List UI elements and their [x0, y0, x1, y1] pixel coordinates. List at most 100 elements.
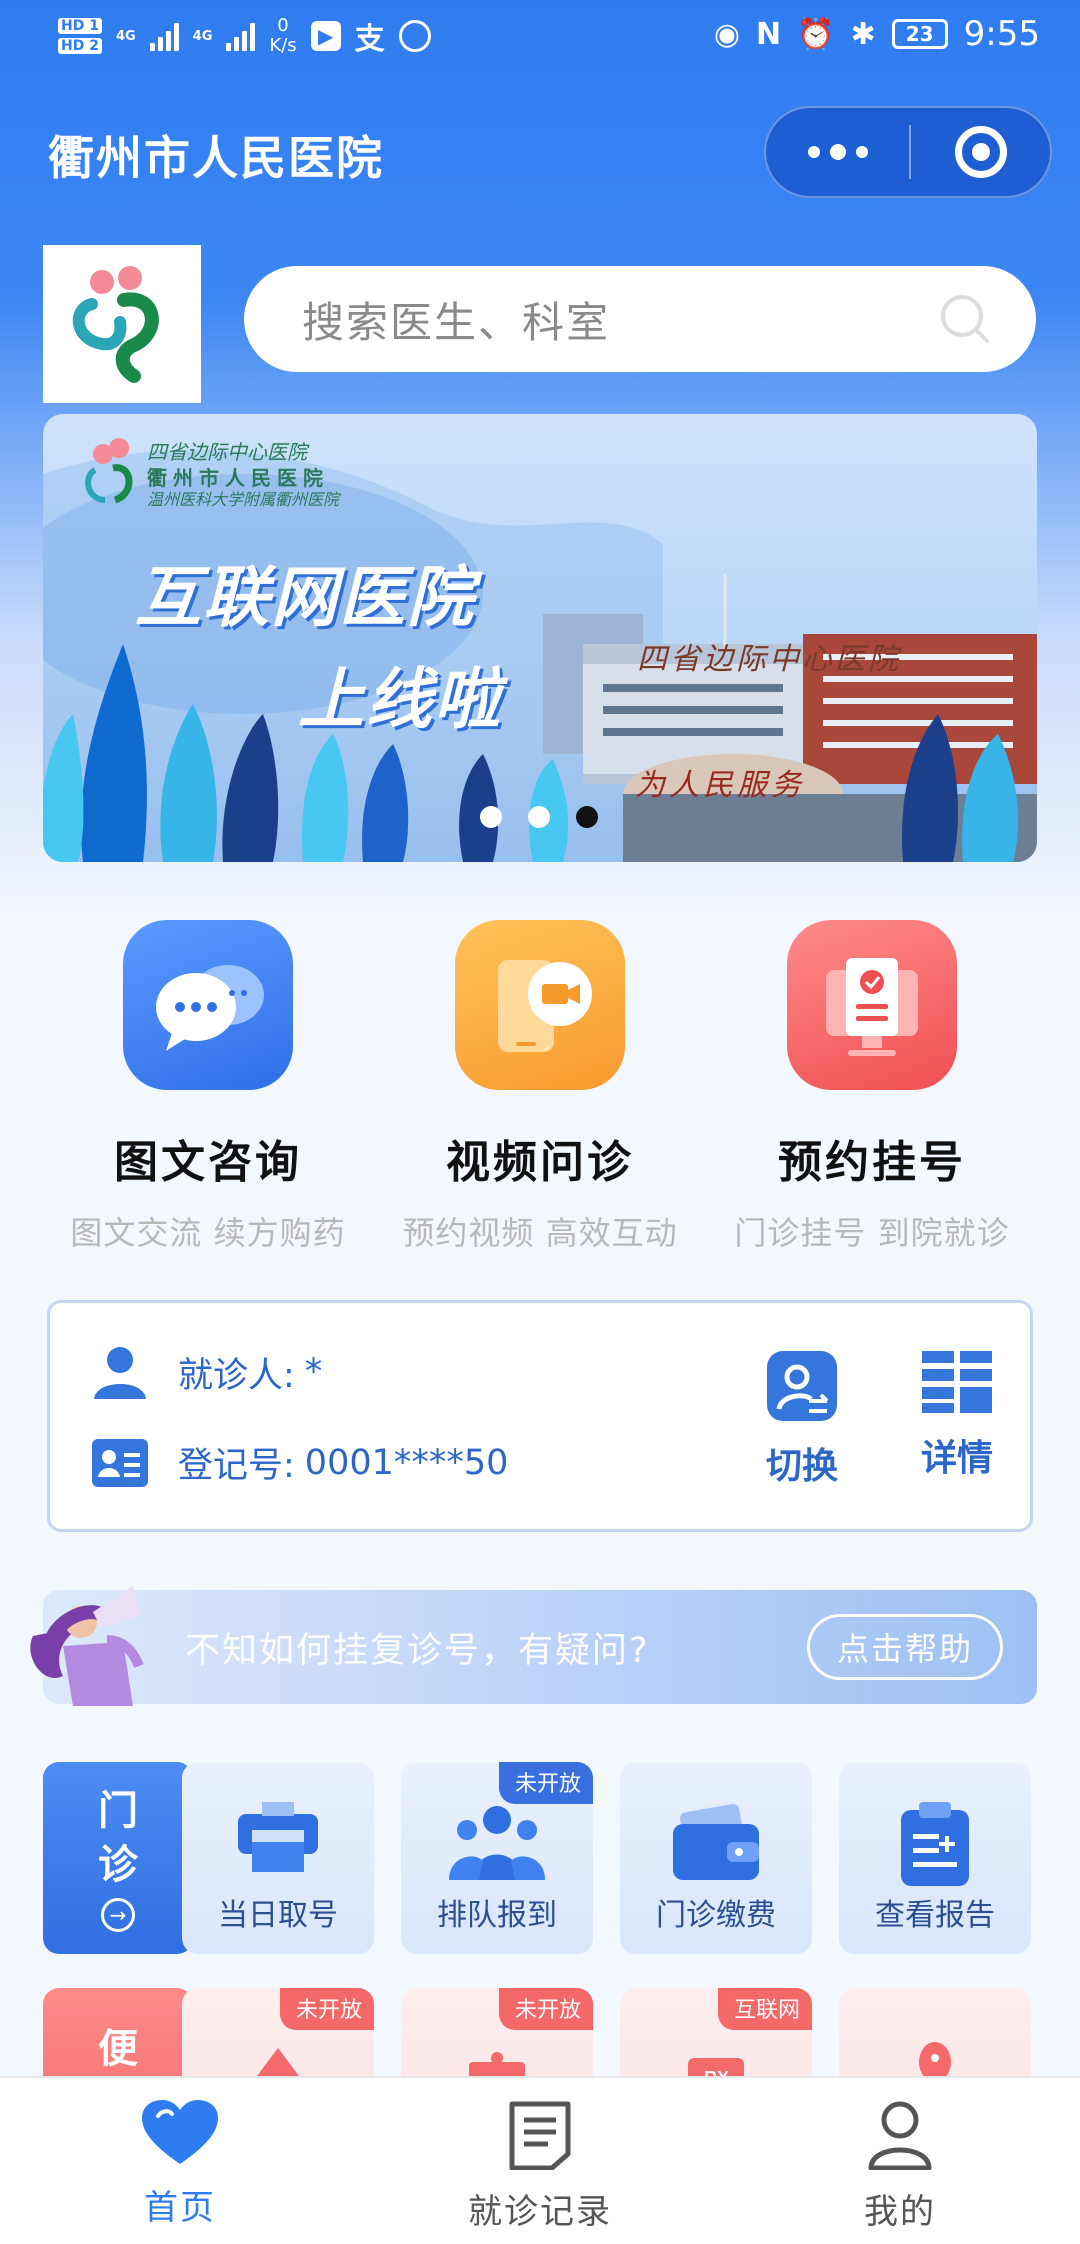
hd2-label: HD 2: [58, 38, 102, 54]
tab-home[interactable]: 首页: [0, 2078, 360, 2244]
banner-org-line3: 温州医科大学附属衢州医院: [147, 490, 340, 509]
tile-label: 排队报到: [437, 1898, 557, 1933]
banner-building-sign: 四省边际中心医院: [637, 642, 901, 677]
net2-label: 4G: [192, 28, 213, 44]
eye-icon: ◉: [713, 16, 741, 52]
clock: 9:55: [963, 14, 1040, 54]
arrow-right-circle-icon: →: [101, 1898, 135, 1932]
queue-people-icon: [449, 1806, 545, 1880]
battery-icon: 23: [891, 19, 948, 49]
outpatient-tag-char: 诊: [98, 1842, 138, 1888]
patient-name-row: 就诊人: *: [92, 1345, 322, 1399]
service-graphic-consult[interactable]: 图文咨询 图文交流 续方购药: [43, 920, 373, 1254]
help-banner[interactable]: 不知如何挂复诊号，有疑问? 点击帮助: [30, 1586, 1037, 1706]
banner-title-line1: 互联网医院: [135, 559, 475, 636]
tab-label: 就诊记录: [468, 2192, 612, 2232]
close-mini-program-button[interactable]: [911, 108, 1050, 196]
outpatient-tag-char: 门: [98, 1788, 138, 1834]
tab-label: 首页: [144, 2188, 216, 2228]
net-speed-value: 0: [277, 15, 289, 36]
service-desc: 图文交流 续方购药: [70, 1214, 346, 1252]
megaphone-person-icon: [30, 1586, 144, 1706]
hd1-label: HD 1: [58, 18, 102, 34]
id-card-icon: [92, 1438, 148, 1487]
service-appointment[interactable]: 预约挂号 门诊挂号 到院就诊: [707, 920, 1037, 1254]
detail-grid-icon: [922, 1351, 992, 1413]
tab-visit-records[interactable]: 就诊记录: [360, 2078, 720, 2244]
wallet-icon: [673, 1803, 759, 1880]
search-bar[interactable]: 搜索医生、科室: [244, 266, 1036, 372]
page-title: 衢州市人民医院: [48, 131, 384, 185]
service-video-consult[interactable]: 视频问诊 预约视频 高效互动: [375, 920, 705, 1254]
net-speed: 0 K/s: [269, 16, 296, 56]
hospital-logo: [43, 245, 201, 403]
chat-bubbles-icon: [123, 920, 293, 1090]
search-icon[interactable]: [938, 292, 992, 346]
report-clipboard-icon: [901, 1802, 969, 1886]
status-bar: HD 1 HD 2 4G 4G 0 K/s ▶ 支 ◉ N ⏰ ✱ 23 9:5…: [0, 0, 1080, 80]
convenience-tag-char: 便: [98, 2026, 138, 2072]
service-name: 图文咨询: [114, 1137, 302, 1188]
net1-label: 4G: [115, 28, 136, 44]
carousel-dot[interactable]: [480, 806, 502, 828]
bottom-tab-bar: 首页 就诊记录 我的: [0, 2076, 1080, 2244]
bluetooth-icon: ✱: [850, 16, 876, 52]
status-badge: 互联网: [717, 1988, 812, 2030]
switch-user-icon: [767, 1351, 837, 1421]
tile-label: 门诊缴费: [656, 1898, 776, 1933]
carousel-dot-active[interactable]: [576, 806, 598, 828]
tab-label: 我的: [864, 2192, 936, 2232]
more-dot-icon: [829, 144, 846, 160]
tile-outpatient-payment[interactable]: 门诊缴费: [620, 1762, 812, 1954]
network-type: 4G: [116, 29, 136, 44]
service-desc: 门诊挂号 到院就诊: [734, 1214, 1010, 1252]
mini-program-capsule: [764, 106, 1052, 198]
ticket-printer-icon: [238, 1802, 318, 1872]
signal-icon: [149, 21, 179, 51]
tile-label: 查看报告: [875, 1898, 995, 1933]
heart-icon: [142, 2100, 218, 2164]
alipay-icon: 支: [354, 22, 385, 57]
status-badge: 未开放: [279, 1988, 374, 2030]
switch-label: 切换: [765, 1446, 838, 1487]
more-menu-button[interactable]: [766, 108, 909, 196]
nfc-icon: N: [756, 16, 782, 52]
search-input[interactable]: 搜索医生、科室: [302, 289, 610, 350]
tile-label: 当日取号: [218, 1898, 338, 1933]
tile-view-report[interactable]: 查看报告: [839, 1762, 1031, 1954]
detail-label: 详情: [920, 1438, 993, 1479]
alarm-icon: ⏰: [797, 16, 835, 52]
net-speed-unit: K/s: [269, 35, 297, 56]
more-dot-icon: [807, 146, 820, 158]
promo-banner[interactable]: 四省边际中心医院 衢州市人民医院 温州医科大学附属衢州医院 互联网医院 上线啦 …: [43, 414, 1037, 862]
play-app-icon: ▶: [310, 21, 341, 51]
tile-same-day-ticket[interactable]: 当日取号: [182, 1762, 374, 1954]
banner-rock-inscription: 为人民服务: [635, 768, 805, 803]
carousel-dot[interactable]: [528, 806, 550, 828]
patient-detail-button[interactable]: 详情: [902, 1351, 1012, 1481]
service-desc: 预约视频 高效互动: [402, 1214, 678, 1252]
banner-org-line1: 四省边际中心医院: [147, 440, 307, 464]
more-dot-icon: [855, 146, 868, 158]
document-icon: [509, 2101, 571, 2170]
video-phone-icon: [455, 920, 625, 1090]
service-name: 预约挂号: [778, 1137, 966, 1188]
hd-indicator: HD 1 HD 2: [58, 16, 102, 56]
patient-name-label: 就诊人:: [178, 1355, 295, 1396]
tab-mine[interactable]: 我的: [720, 2078, 1080, 2244]
user-icon: [94, 1347, 146, 1399]
battery-level: 23: [905, 22, 934, 46]
help-text: 不知如何挂复诊号，有疑问?: [185, 1631, 650, 1671]
switch-patient-button[interactable]: 切换: [747, 1351, 857, 1489]
service-name: 视频问诊: [446, 1137, 634, 1188]
patient-reg-value: 0001****50: [304, 1442, 509, 1483]
browser-app-icon: [398, 20, 431, 52]
banner-title-line2: 上线啦: [298, 661, 502, 738]
status-badge: 未开放: [498, 1988, 593, 2030]
appointment-screen-icon: [787, 920, 957, 1090]
patient-name-value: *: [304, 1352, 323, 1392]
tile-queue-checkin[interactable]: 未开放 排队报到: [401, 1762, 593, 1954]
signal-icon-2: [226, 21, 256, 51]
help-button[interactable]: 点击帮助: [807, 1614, 1003, 1680]
hospital-logo-icon: [72, 266, 159, 383]
